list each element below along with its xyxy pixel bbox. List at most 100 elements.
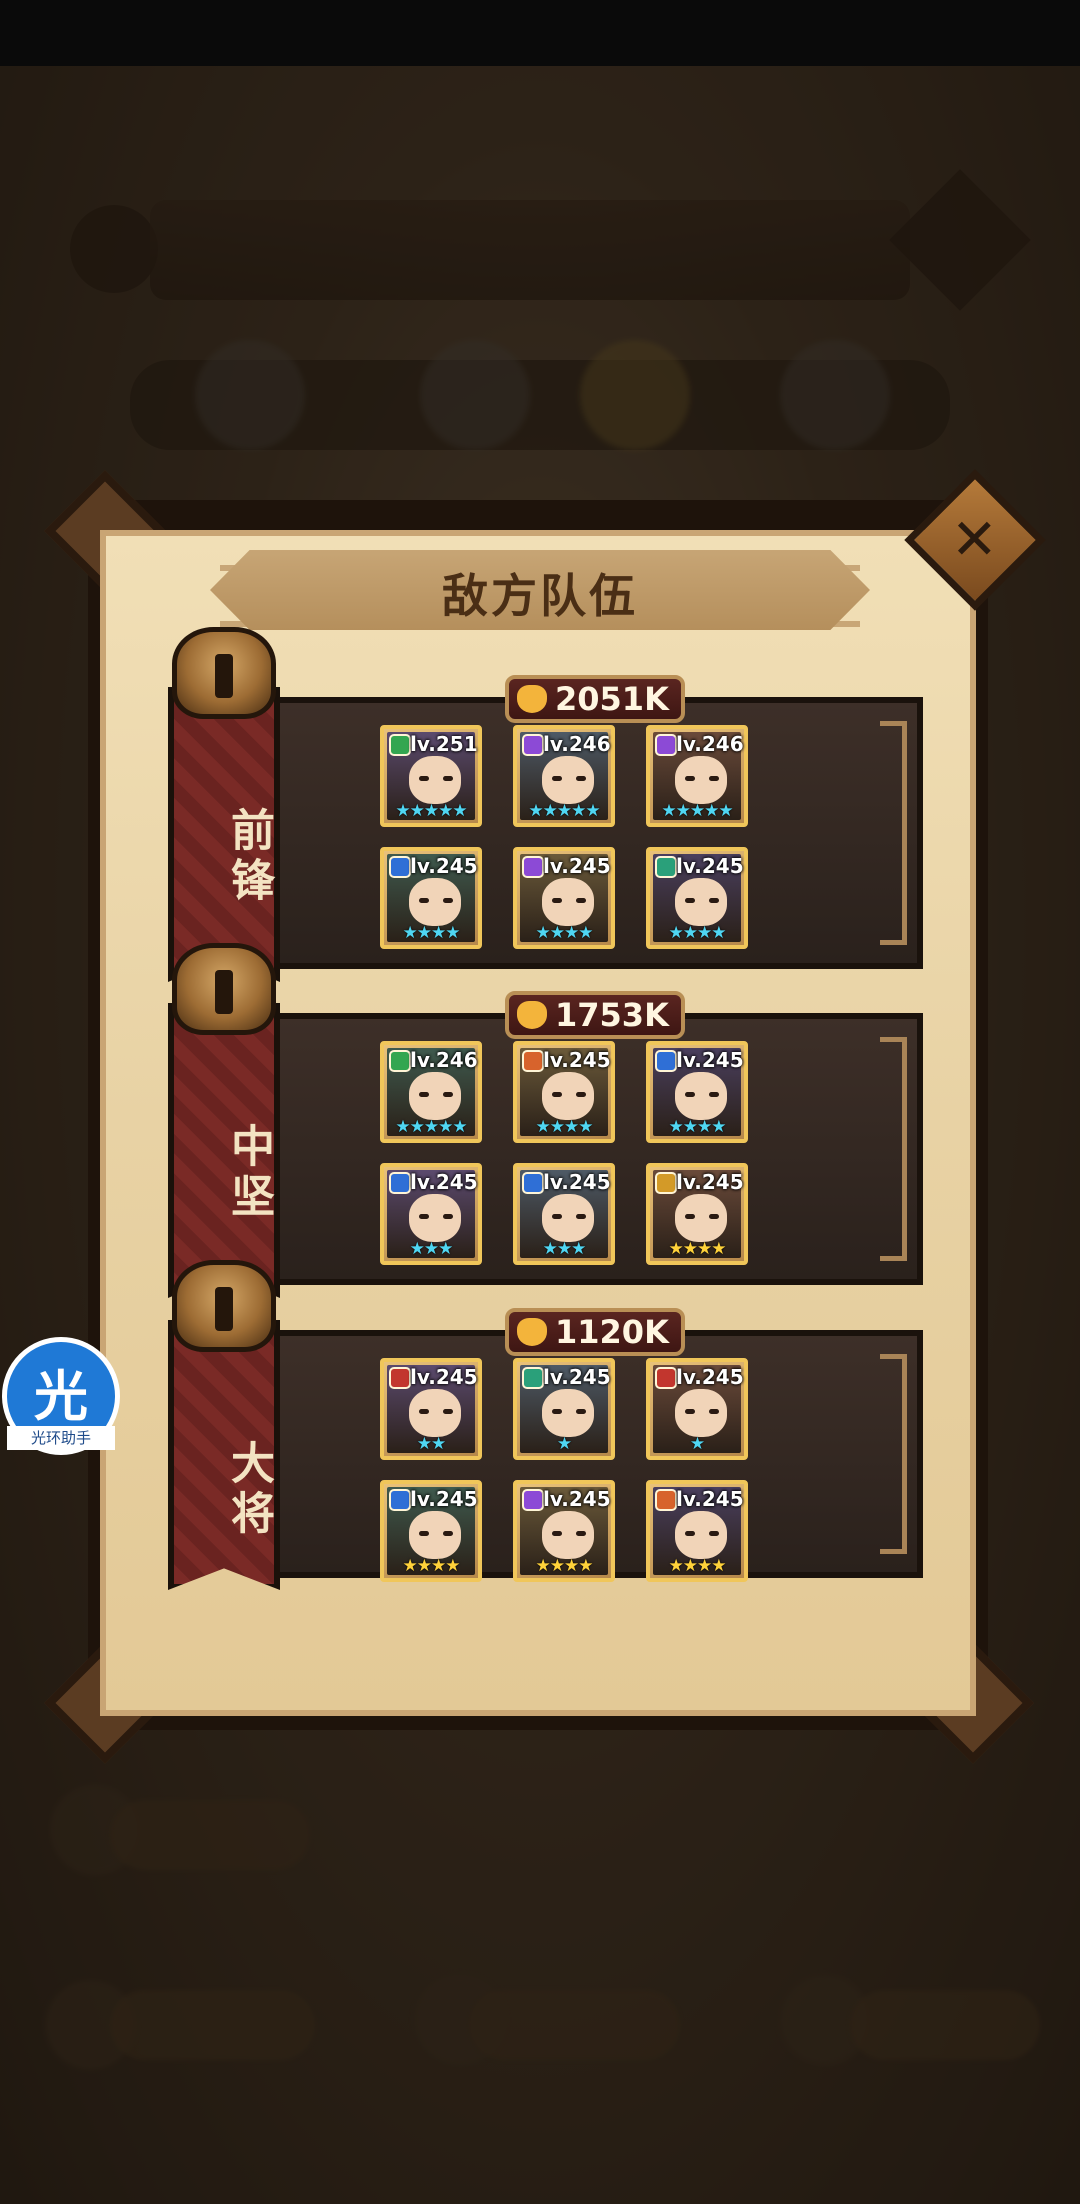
helmet-icon — [172, 1260, 276, 1352]
hero-card[interactable]: lv.246 ★★★★★ — [513, 725, 615, 827]
hero-eye — [685, 1531, 695, 1536]
hero-face — [542, 1072, 594, 1120]
team-position-label: 大将 — [223, 1440, 274, 1540]
hero-eye — [443, 898, 453, 903]
hero-card[interactable]: lv.245 ★★★★ — [513, 1041, 615, 1143]
hero-stars: ★★★★★ — [395, 801, 467, 821]
hero-eye — [419, 1409, 429, 1414]
hero-face — [409, 1072, 461, 1120]
assistant-floating-button[interactable]: 光 光环助手 — [2, 1337, 120, 1455]
hero-eye — [709, 1214, 719, 1219]
hero-level: lv.245 — [676, 1487, 744, 1511]
hero-eye — [709, 898, 719, 903]
hero-eye — [576, 1409, 586, 1414]
assistant-logo-icon: 光 — [34, 1365, 88, 1428]
hero-card[interactable]: lv.245 ★★★ — [513, 1163, 615, 1265]
hero-eye — [685, 1409, 695, 1414]
hero-card[interactable]: lv.245 ★★★★ — [646, 1480, 748, 1582]
hero-level: lv.246 — [410, 1048, 478, 1072]
fist-icon — [517, 685, 547, 713]
fist-icon — [517, 1318, 547, 1346]
hero-level: lv.245 — [543, 854, 611, 878]
hero-eye — [709, 1531, 719, 1536]
hero-card[interactable]: lv.245 ★★★★ — [513, 847, 615, 949]
hero-card[interactable]: lv.245 ★★★★ — [646, 1163, 748, 1265]
hero-stars: ★★★★ — [535, 1556, 594, 1576]
hero-level: lv.246 — [676, 732, 744, 756]
hero-eye — [552, 776, 562, 781]
hero-class-icon — [389, 1367, 411, 1389]
hero-stars: ★★★★ — [535, 923, 594, 943]
hero-class-icon — [655, 1172, 677, 1194]
row-edge-ornament — [880, 1037, 907, 1261]
hero-class-icon — [522, 856, 544, 878]
hero-face — [675, 1389, 727, 1437]
hero-eye — [419, 1531, 429, 1536]
hero-card[interactable]: lv.245 ★★★★ — [380, 1480, 482, 1582]
hero-card[interactable]: lv.245 ★★★ — [380, 1163, 482, 1265]
hero-class-icon — [389, 734, 411, 756]
hero-face — [675, 756, 727, 804]
hero-class-icon — [655, 1489, 677, 1511]
hero-eye — [552, 1092, 562, 1097]
hero-class-icon — [389, 1050, 411, 1072]
hero-class-icon — [655, 1050, 677, 1072]
hero-stars: ★ — [556, 1434, 572, 1454]
hero-face — [542, 1389, 594, 1437]
team-power-value: 1120K — [555, 1313, 669, 1351]
hero-level: lv.245 — [676, 1365, 744, 1389]
hero-card[interactable]: lv.246 ★★★★★ — [380, 1041, 482, 1143]
team-power-badge: 1753K — [505, 991, 685, 1039]
hero-card[interactable]: lv.246 ★★★★★ — [646, 725, 748, 827]
hero-level: lv.245 — [543, 1487, 611, 1511]
hero-card[interactable]: lv.245 ★★★★ — [380, 847, 482, 949]
hero-stars: ★★ — [416, 1434, 446, 1454]
hero-face — [675, 1072, 727, 1120]
hero-eye — [419, 776, 429, 781]
hero-eye — [685, 1092, 695, 1097]
hero-card[interactable]: lv.245 ★★★★ — [646, 1041, 748, 1143]
row-edge-ornament — [880, 721, 907, 945]
team-power-value: 2051K — [555, 680, 669, 718]
hero-stars: ★★★★ — [668, 1239, 727, 1259]
hero-eye — [552, 1214, 562, 1219]
hero-eye — [443, 776, 453, 781]
hero-card[interactable]: lv.251 ★★★★★ — [380, 725, 482, 827]
hero-class-icon — [522, 1050, 544, 1072]
team-power-badge: 2051K — [505, 675, 685, 723]
hero-class-icon — [522, 1172, 544, 1194]
hero-level: lv.245 — [676, 1170, 744, 1194]
hero-class-icon — [655, 856, 677, 878]
hero-stars: ★★★★★ — [395, 1117, 467, 1137]
hero-stars: ★★★★ — [402, 1556, 461, 1576]
hero-eye — [419, 1214, 429, 1219]
hero-eye — [709, 1409, 719, 1414]
hero-class-icon — [389, 856, 411, 878]
hero-eye — [552, 1409, 562, 1414]
hero-level: lv.245 — [676, 1048, 744, 1072]
hero-level: lv.245 — [410, 1170, 478, 1194]
hero-stars: ★★★★★ — [661, 801, 733, 821]
hero-eye — [443, 1409, 453, 1414]
hero-card[interactable]: lv.245 ★★ — [380, 1358, 482, 1460]
hero-level: lv.245 — [410, 854, 478, 878]
hero-face — [409, 878, 461, 926]
hero-eye — [419, 1092, 429, 1097]
hero-stars: ★★★ — [409, 1239, 454, 1259]
hero-stars: ★★★★★ — [528, 801, 600, 821]
hero-class-icon — [389, 1489, 411, 1511]
hero-class-icon — [522, 1367, 544, 1389]
hero-face — [542, 1511, 594, 1559]
hero-card[interactable]: lv.245 ★★★★ — [513, 1480, 615, 1582]
hero-stars: ★★★★ — [402, 923, 461, 943]
panel-title: 敌方队伍 — [442, 569, 638, 623]
hero-card[interactable]: lv.245 ★★★★ — [646, 847, 748, 949]
hero-eye — [443, 1214, 453, 1219]
hero-face — [675, 1511, 727, 1559]
hero-card[interactable]: lv.245 ★ — [513, 1358, 615, 1460]
helmet-icon — [172, 943, 276, 1035]
hero-card[interactable]: lv.245 ★ — [646, 1358, 748, 1460]
hero-eye — [576, 776, 586, 781]
hero-level: lv.245 — [543, 1048, 611, 1072]
hero-face — [675, 1194, 727, 1242]
